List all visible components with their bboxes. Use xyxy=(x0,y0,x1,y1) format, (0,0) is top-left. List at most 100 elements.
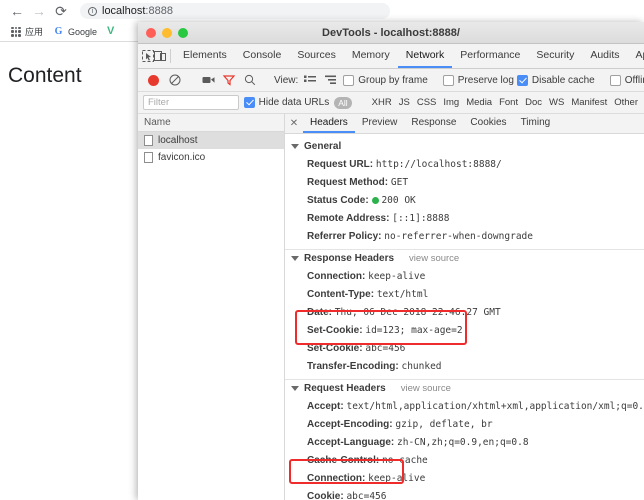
search-icon[interactable] xyxy=(241,71,259,89)
tab-headers[interactable]: Headers xyxy=(303,114,355,133)
header-value: no-cache xyxy=(382,454,428,466)
tab-performance[interactable]: Performance xyxy=(452,44,528,68)
header-transfer-encoding: Transfer-Encoding: chunked xyxy=(285,357,644,375)
header-set-cookie-2: Set-Cookie: abc=456 xyxy=(285,339,644,357)
zoom-button[interactable] xyxy=(178,27,188,38)
forward-arrow-icon[interactable]: → xyxy=(28,0,50,22)
tab-security[interactable]: Security xyxy=(528,44,582,68)
record-stop-icon[interactable] xyxy=(148,74,159,86)
devtools-titlebar: DevTools - localhost:8888/ xyxy=(138,22,644,44)
request-row-favicon[interactable]: favicon.ico xyxy=(138,149,284,166)
filter-type-all[interactable]: All xyxy=(334,96,352,109)
header-accept: Accept: text/html,application/xhtml+xml,… xyxy=(285,397,644,415)
filter-type-manifest[interactable]: Manifest xyxy=(570,97,608,108)
chevron-down-icon[interactable] xyxy=(291,386,299,391)
header-content-type: Content-Type: text/html xyxy=(285,285,644,303)
camera-icon[interactable] xyxy=(199,71,217,89)
header-accept-language: Accept-Language: zh-CN,zh;q=0.9,en;q=0.8 xyxy=(285,433,644,451)
disable-cache-label: Disable cache xyxy=(531,74,595,86)
filter-type-ws[interactable]: WS xyxy=(548,97,565,108)
tab-network[interactable]: Network xyxy=(397,44,453,68)
group-by-frame-box[interactable] xyxy=(343,74,355,86)
bookmark-google[interactable]: G Google xyxy=(50,26,100,37)
hide-data-urls-box[interactable] xyxy=(243,97,255,108)
filter-type-font[interactable]: Font xyxy=(498,97,519,108)
view-label: View: xyxy=(274,74,299,86)
section-general[interactable]: General xyxy=(285,138,644,155)
header-value: id=123; max-age=2 xyxy=(365,324,463,336)
tab-application[interactable]: Applica xyxy=(628,44,644,68)
preserve-log-box[interactable] xyxy=(442,74,454,86)
address-bar[interactable]: i localhost:8888 xyxy=(80,3,390,19)
header-name: Accept: xyxy=(307,400,344,412)
header-value: http://localhost:8888/ xyxy=(375,158,502,170)
offline-box[interactable] xyxy=(609,74,621,86)
filter-funnel-icon[interactable] xyxy=(220,71,238,89)
clear-icon[interactable] xyxy=(166,71,184,89)
chevron-down-icon[interactable] xyxy=(291,256,299,261)
tab-response[interactable]: Response xyxy=(404,114,463,133)
tab-memory[interactable]: Memory xyxy=(344,44,398,68)
reload-icon[interactable]: ⟳ xyxy=(50,0,72,22)
chevron-down-icon[interactable] xyxy=(291,144,299,149)
filter-type-other[interactable]: Other xyxy=(613,97,639,108)
view-source-link[interactable]: view source xyxy=(401,383,451,394)
header-value: abc=456 xyxy=(365,342,406,354)
header-value: Thu, 06 Dec 2018 22:46:27 GMT xyxy=(334,306,501,318)
network-filter-bar: Filter Hide data URLs All XHR JS CSS Img… xyxy=(138,92,644,114)
inspect-element-icon[interactable] xyxy=(142,44,154,68)
close-button[interactable] xyxy=(146,27,156,38)
tab-audits[interactable]: Audits xyxy=(582,44,627,68)
filter-type-img[interactable]: Img xyxy=(442,97,460,108)
devtools-window-title: DevTools - localhost:8888/ xyxy=(322,26,460,39)
header-name: Cache-Control: xyxy=(307,454,380,466)
info-icon[interactable]: i xyxy=(88,6,97,16)
bookmark-google-label: Google xyxy=(68,26,98,37)
tab-preview[interactable]: Preview xyxy=(355,114,405,133)
tab-cookies[interactable]: Cookies xyxy=(463,114,513,133)
preserve-log-checkbox[interactable]: Preserve log xyxy=(442,74,514,86)
network-panel-body: Name localhost favicon.ico ✕ Headers Pre… xyxy=(138,114,644,500)
filter-type-css[interactable]: CSS xyxy=(416,97,438,108)
request-list-header[interactable]: Name xyxy=(138,114,284,132)
disable-cache-checkbox[interactable]: Disable cache xyxy=(516,74,595,86)
header-connection: Connection: keep-alive xyxy=(285,267,644,285)
tab-timing[interactable]: Timing xyxy=(514,114,558,133)
tab-sources[interactable]: Sources xyxy=(289,44,344,68)
waterfall-view-icon[interactable] xyxy=(322,71,340,89)
filter-type-doc[interactable]: Doc xyxy=(524,97,543,108)
list-view-icon[interactable] xyxy=(301,71,319,89)
section-response-headers[interactable]: Response Headers view source xyxy=(285,250,644,267)
browser-toolbar: ← → ⟳ i localhost:8888 xyxy=(0,0,644,22)
header-name: Accept-Encoding: xyxy=(307,418,393,430)
header-value: keep-alive xyxy=(368,472,426,484)
disable-cache-box[interactable] xyxy=(516,74,528,86)
header-accept-encoding: Accept-Encoding: gzip, deflate, br xyxy=(285,415,644,433)
filter-input[interactable]: Filter xyxy=(143,95,239,110)
minimize-button[interactable] xyxy=(162,27,172,38)
device-toolbar-icon[interactable] xyxy=(154,44,166,68)
tab-console[interactable]: Console xyxy=(235,44,290,68)
header-value: text/html,application/xhtml+xml,applicat… xyxy=(346,400,644,412)
header-request-connection: Connection: keep-alive xyxy=(285,469,644,487)
tab-elements[interactable]: Elements xyxy=(175,44,235,68)
document-icon xyxy=(144,135,153,146)
filter-type-media[interactable]: Media xyxy=(465,97,493,108)
offline-checkbox[interactable]: Offline xyxy=(609,74,644,86)
bookmark-vue[interactable]: V xyxy=(104,26,117,37)
back-arrow-icon[interactable]: ← xyxy=(6,0,28,22)
header-name: Connection: xyxy=(307,472,366,484)
header-cache-control: Cache-Control: no-cache xyxy=(285,451,644,469)
hide-data-urls-checkbox[interactable]: Hide data URLs xyxy=(243,97,329,108)
group-by-frame-checkbox[interactable]: Group by frame xyxy=(343,74,428,86)
request-row-localhost[interactable]: localhost xyxy=(138,132,284,149)
filter-type-js[interactable]: JS xyxy=(398,97,411,108)
section-request-headers[interactable]: Request Headers view source xyxy=(285,380,644,397)
request-detail-panel: ✕ Headers Preview Response Cookies Timin… xyxy=(285,114,644,500)
filter-type-xhr[interactable]: XHR xyxy=(371,97,393,108)
header-value: chunked xyxy=(401,360,442,372)
request-row-label: localhost xyxy=(158,135,198,146)
close-icon[interactable]: ✕ xyxy=(285,114,303,133)
bookmark-apps[interactable]: 应用 xyxy=(8,25,46,38)
view-source-link[interactable]: view source xyxy=(409,253,459,264)
